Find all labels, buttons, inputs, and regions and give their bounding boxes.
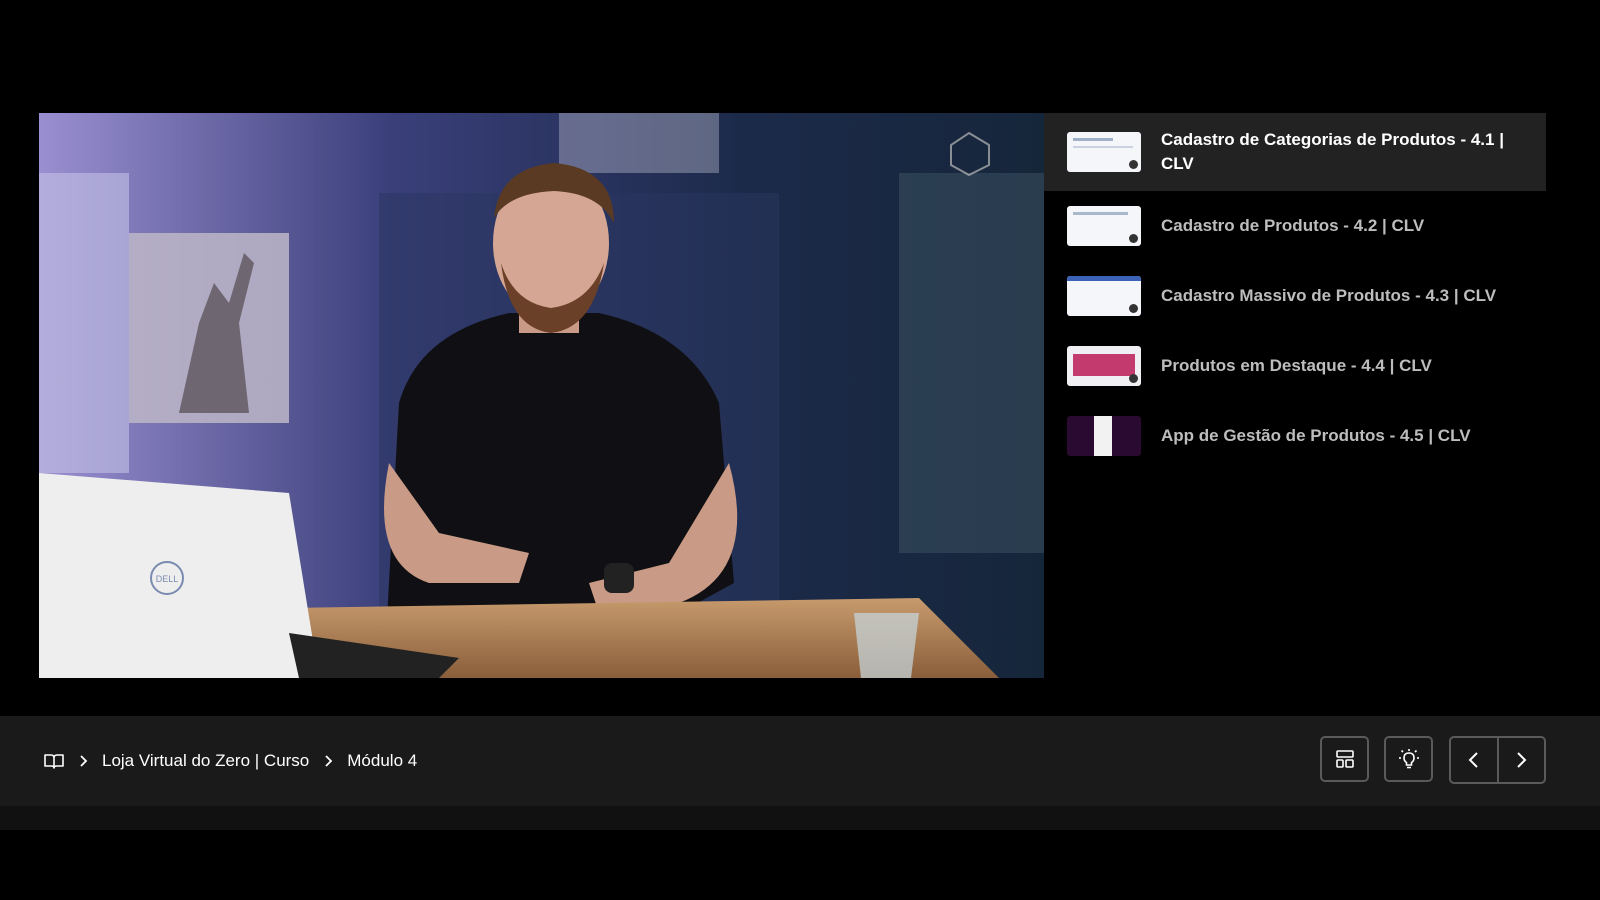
chevron-right-icon [323, 754, 333, 768]
lightbulb-icon [1398, 748, 1420, 770]
bottom-strip [0, 806, 1600, 830]
next-lesson-button[interactable] [1496, 738, 1545, 782]
breadcrumb-course-link[interactable]: Loja Virtual do Zero | Curso [102, 751, 309, 771]
book-open-icon[interactable] [44, 753, 64, 769]
chevron-left-icon [1467, 751, 1481, 769]
playlist-item-title: App de Gestão de Produtos - 4.5 | CLV [1161, 426, 1471, 445]
playlist-item-4-2[interactable]: Cadastro de Produtos - 4.2 | CLV [1044, 201, 1546, 251]
playlist-item-title: Produtos em Destaque - 4.4 | CLV [1161, 356, 1432, 375]
lesson-navigation [1449, 736, 1546, 784]
chevron-right-icon [78, 754, 88, 768]
playlist-item-4-3[interactable]: Cadastro Massivo de Produtos - 4.3 | CLV [1044, 271, 1546, 321]
theme-toggle-button[interactable] [1384, 736, 1433, 782]
layout-toggle-button[interactable] [1320, 736, 1369, 782]
playlist-item-title: Cadastro de Produtos - 4.2 | CLV [1161, 216, 1425, 235]
lesson-playlist: Cadastro de Categorias de Produtos - 4.1… [1044, 113, 1546, 678]
playlist-item-4-4[interactable]: Produtos em Destaque - 4.4 | CLV [1044, 341, 1546, 391]
breadcrumb-module-link[interactable]: Módulo 4 [347, 751, 417, 771]
lesson-thumbnail [1067, 276, 1141, 316]
playlist-item-4-5[interactable]: App de Gestão de Produtos - 4.5 | CLV [1044, 411, 1546, 461]
layout-icon [1335, 749, 1355, 769]
lesson-thumbnail [1067, 132, 1141, 172]
laptop-logo: DELL [156, 574, 179, 584]
chevron-right-icon [1514, 751, 1528, 769]
playlist-item-title: Cadastro Massivo de Produtos - 4.3 | CLV [1161, 286, 1497, 305]
breadcrumb: Loja Virtual do Zero | Curso Módulo 4 [44, 716, 417, 806]
bottom-bar: Loja Virtual do Zero | Curso Módulo 4 [0, 716, 1600, 806]
video-player[interactable]: DELL [39, 113, 1044, 678]
video-frame: DELL [39, 113, 1044, 678]
lesson-thumbnail [1067, 206, 1141, 246]
playlist-item-4-1[interactable]: Cadastro de Categorias de Produtos - 4.1… [1044, 113, 1546, 191]
playlist-item-title: Cadastro de Categorias de Produtos - 4.1… [1161, 130, 1504, 173]
previous-lesson-button[interactable] [1451, 738, 1497, 782]
lesson-thumbnail [1067, 346, 1141, 386]
lesson-thumbnail [1067, 416, 1141, 456]
